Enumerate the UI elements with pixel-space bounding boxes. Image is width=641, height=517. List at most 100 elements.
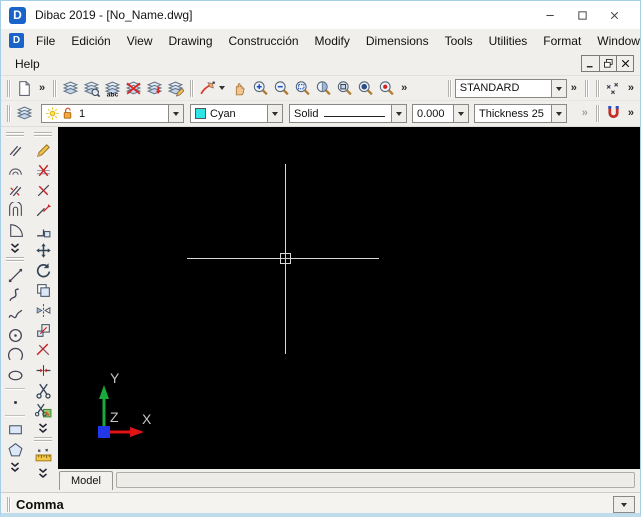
- more-tools-chevron[interactable]: [31, 420, 55, 435]
- ellipse-button[interactable]: [3, 365, 27, 385]
- thickness-combo[interactable]: Thickness 25: [474, 104, 567, 123]
- lineweight-combo[interactable]: 0.000: [412, 104, 469, 123]
- polyline-button[interactable]: [3, 285, 27, 305]
- menu-item-dimensions[interactable]: Dimensions: [358, 32, 437, 50]
- lineweight-dropdown[interactable]: [453, 105, 468, 122]
- parallel-lines-button[interactable]: [3, 140, 27, 160]
- color-combo[interactable]: Cyan: [190, 104, 283, 123]
- new-file-button[interactable]: [14, 78, 35, 99]
- layer-off-button[interactable]: [123, 78, 144, 99]
- corner-button[interactable]: [31, 220, 55, 240]
- scale-button[interactable]: [31, 320, 55, 340]
- ruler-button[interactable]: [31, 445, 55, 465]
- more-tools-chevron[interactable]: [3, 240, 27, 255]
- pan-hand-button[interactable]: [229, 78, 250, 99]
- toolbar-grip[interactable]: [53, 79, 55, 97]
- copy-button[interactable]: [31, 280, 55, 300]
- command-line[interactable]: Comma: [1, 492, 640, 513]
- zoom-in-button[interactable]: [250, 78, 271, 99]
- erase-button[interactable]: [31, 160, 55, 180]
- maximize-button[interactable]: [566, 4, 598, 26]
- move-button[interactable]: [31, 240, 55, 260]
- zoom-window-button[interactable]: [292, 78, 313, 99]
- color-dropdown[interactable]: [267, 105, 282, 122]
- door-arc-button[interactable]: [3, 220, 27, 240]
- layer-dropdown[interactable]: [168, 105, 183, 122]
- extend-button[interactable]: [31, 360, 55, 380]
- layer-find-button[interactable]: [81, 78, 102, 99]
- offset-arrow-button[interactable]: [31, 200, 55, 220]
- zoom-out-button[interactable]: [271, 78, 292, 99]
- menu-item-help[interactable]: Help: [7, 55, 48, 73]
- magnet-button[interactable]: [603, 103, 624, 124]
- line-button[interactable]: [3, 265, 27, 285]
- toolbar-grip[interactable]: [595, 79, 597, 97]
- text-style-combo[interactable]: STANDARD: [454, 78, 567, 98]
- toolbar-grip[interactable]: [7, 79, 8, 97]
- rectangle-button[interactable]: [3, 419, 27, 439]
- redline-pen-button[interactable]: [197, 78, 218, 99]
- toolbar-grip[interactable]: [34, 132, 52, 133]
- close-button[interactable]: [598, 4, 630, 26]
- circle-button[interactable]: [3, 325, 27, 345]
- wall-button[interactable]: [3, 200, 27, 220]
- point-style-button[interactable]: [603, 78, 624, 99]
- dropdown-arrow-icon[interactable]: [219, 86, 226, 93]
- menu-item-window[interactable]: Window: [589, 32, 640, 50]
- overflow-chevron[interactable]: »: [624, 108, 638, 119]
- menu-item-modify[interactable]: Modify: [307, 32, 358, 50]
- zoom-object-button[interactable]: [355, 78, 376, 99]
- toolbar-grip[interactable]: [6, 257, 24, 258]
- document-icon[interactable]: D: [9, 33, 24, 48]
- offset-lines-button[interactable]: [3, 180, 27, 200]
- layer-text-button[interactable]: abc: [102, 78, 123, 99]
- toolbar-grip[interactable]: [595, 105, 597, 122]
- menu-item-tools[interactable]: Tools: [437, 32, 481, 50]
- layer-properties-button[interactable]: [60, 78, 81, 99]
- text-style-dropdown[interactable]: [550, 79, 566, 97]
- menu-item-utilities[interactable]: Utilities: [481, 32, 536, 50]
- mdi-close-button[interactable]: [616, 56, 633, 71]
- mirror-button[interactable]: [31, 300, 55, 320]
- overflow-chevron[interactable]: »: [35, 82, 49, 94]
- spline-button[interactable]: [3, 305, 27, 325]
- scissors-button[interactable]: [31, 380, 55, 400]
- tab-model[interactable]: Model: [59, 471, 113, 490]
- menu-item-file[interactable]: File: [28, 32, 63, 50]
- menu-item-construccion[interactable]: Construcción: [221, 32, 307, 50]
- command-history-dropdown[interactable]: [613, 495, 635, 513]
- zoom-previous-button[interactable]: [313, 78, 334, 99]
- trim-button[interactable]: [31, 340, 55, 360]
- point-button[interactable]: [3, 392, 27, 412]
- overflow-chevron[interactable]: »: [624, 82, 638, 94]
- linetype-combo[interactable]: Solid: [289, 104, 407, 123]
- toolbar-grip[interactable]: [7, 105, 8, 122]
- rotate-button[interactable]: [31, 260, 55, 280]
- menu-item-view[interactable]: View: [119, 32, 161, 50]
- polygon-button[interactable]: [3, 439, 27, 459]
- arc-button[interactable]: [3, 345, 27, 365]
- menu-item-format[interactable]: Format: [535, 32, 589, 50]
- mdi-restore-button[interactable]: [599, 56, 616, 71]
- layer-edit-button[interactable]: [165, 78, 186, 99]
- mdi-minimize-button[interactable]: [582, 56, 599, 71]
- double-arc-button[interactable]: [3, 160, 27, 180]
- zoom-center-button[interactable]: [376, 78, 397, 99]
- menu-item-edicion[interactable]: Edición: [63, 32, 118, 50]
- overflow-chevron[interactable]: »: [567, 82, 581, 94]
- zoom-dynamic-button[interactable]: [334, 78, 355, 99]
- minimize-button[interactable]: [534, 4, 566, 26]
- layer-down-button[interactable]: [144, 78, 165, 99]
- toolbar-grip[interactable]: [447, 79, 449, 97]
- app-icon[interactable]: D: [9, 6, 26, 24]
- layer-combo[interactable]: 1: [41, 104, 184, 123]
- menu-item-drawing[interactable]: Drawing: [161, 32, 221, 50]
- thickness-dropdown[interactable]: [551, 105, 566, 122]
- more-tools-chevron[interactable]: [31, 465, 55, 480]
- linetype-dropdown[interactable]: [391, 105, 406, 122]
- toolbar-grip[interactable]: [190, 79, 192, 97]
- drawing-canvas[interactable]: Y Z X: [58, 127, 640, 469]
- break-button[interactable]: [31, 180, 55, 200]
- layers-button[interactable]: [14, 103, 35, 124]
- toolbar-grip[interactable]: [584, 79, 586, 97]
